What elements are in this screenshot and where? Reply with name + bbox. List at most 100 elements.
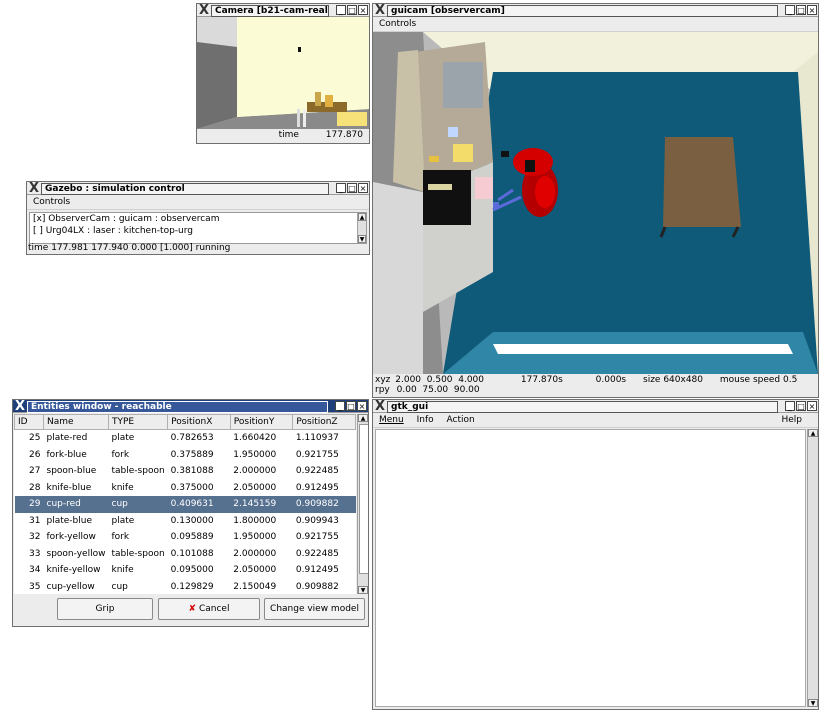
help-menu[interactable]: Help <box>781 413 802 427</box>
gazebo-menubar: Controls <box>27 195 369 210</box>
maximize-button[interactable]: □ <box>347 5 357 15</box>
row-type: knife <box>111 482 134 493</box>
row-position-y: 2.145159 <box>230 496 293 513</box>
minimize-button[interactable]: _ <box>336 183 346 193</box>
gtk-titlebar[interactable]: X gtk_gui _ □ × <box>373 400 818 414</box>
time-value: 177.870 <box>325 130 363 140</box>
minimize-button[interactable]: _ <box>336 5 346 15</box>
guicam-menubar: Controls <box>373 17 818 32</box>
row-position-x: 0.409631 <box>167 496 231 513</box>
column-type[interactable]: TYPE <box>107 414 169 430</box>
gazebo-control-window: X Gazebo : simulation control _ □ × Contro… <box>26 181 370 255</box>
minimize-button[interactable]: _ <box>785 401 795 411</box>
list-item[interactable]: [x] ObserverCam : guicam : observercam <box>30 213 366 225</box>
x-logo-icon[interactable]: X <box>375 400 385 414</box>
entities-table: ID Name TYPE PositionX PositionY Positio… <box>14 414 356 594</box>
row-position-y: 1.950000 <box>233 532 277 543</box>
scrollbar[interactable]: ▲ ▼ <box>357 213 366 243</box>
maximize-button[interactable]: □ <box>347 183 357 193</box>
row-type: plate <box>111 433 135 444</box>
change-view-model-button[interactable]: Change view model <box>264 598 365 620</box>
row-name: fork-blue <box>46 449 87 460</box>
grip-button[interactable]: Grip <box>57 598 153 620</box>
table-row[interactable]: 28 knife-blue knife 0.375000 2.050000 0.91249… <box>15 480 356 497</box>
scroll-down-icon[interactable]: ▼ <box>358 586 368 594</box>
cancel-button[interactable]: ✘ Cancel <box>158 598 260 620</box>
close-button[interactable]: × <box>807 401 817 411</box>
x-logo-icon[interactable]: X <box>375 4 385 18</box>
row-position-z: 0.922485 <box>295 466 339 477</box>
sim-status: time 177.981 177.940 0.000 [1.000] runni… <box>28 243 231 253</box>
maximize-button[interactable]: □ <box>796 5 806 15</box>
row-name: cup-yellow <box>46 581 95 592</box>
guicam-titlebar[interactable]: X guicam [observercam] _ □ × <box>373 4 818 18</box>
column-name[interactable]: Name <box>43 414 109 430</box>
gtk-scrollbar[interactable]: ▲ ▼ <box>807 429 818 707</box>
column-position-z[interactable]: PositionZ <box>292 414 356 430</box>
window-title: guicam [observercam] <box>387 5 778 17</box>
scroll-thumb[interactable] <box>359 424 368 574</box>
scroll-up-icon[interactable]: ▲ <box>808 429 818 437</box>
row-name: cup-red <box>43 496 109 513</box>
row-position-x: 0.129829 <box>170 581 214 592</box>
xyz-label: xyz <box>375 375 391 385</box>
row-id: 34 <box>29 565 41 576</box>
table-row[interactable]: 27 spoon-blue table-spoon 0.381088 2.000000 0… <box>15 463 356 480</box>
table-row[interactable]: 26 fork-blue fork 0.375889 1.950000 0.921755 <box>15 447 356 464</box>
gtk-content[interactable] <box>375 429 806 707</box>
scroll-up-icon[interactable]: ▲ <box>358 414 368 422</box>
table-row[interactable]: 34 knife-yellow knife 0.095000 2.050000 0.912… <box>15 562 356 579</box>
scroll-up-icon[interactable]: ▲ <box>358 213 366 221</box>
table-row[interactable]: 31 plate-blue plate 0.130000 1.800000 0.90994… <box>15 513 356 530</box>
x-logo-icon[interactable]: X <box>29 182 39 196</box>
camera-titlebar[interactable]: X Camera [b21-cam-real _ □ × <box>197 4 369 18</box>
close-button[interactable]: × <box>357 401 367 411</box>
table-row[interactable]: 33 spoon-yellow table-spoon 0.101088 2.00000… <box>15 546 356 563</box>
x-logo-icon[interactable]: X <box>15 400 25 414</box>
close-button[interactable]: × <box>358 5 368 15</box>
camera-window: X Camera [b21-cam-real _ □ × time 177.870 <box>196 3 370 144</box>
table <box>663 137 741 227</box>
list-item[interactable]: [ ] Urg04LX : laser : kitchen-top-urg <box>30 225 366 237</box>
entities-scrollbar[interactable]: ▲ ▼ <box>357 414 368 594</box>
grip-label: Grip <box>95 604 115 614</box>
info-menu[interactable]: Info <box>417 415 434 425</box>
table-row[interactable]: 35 cup-yellow cup 0.129829 2.150049 0.909882 <box>15 579 356 595</box>
row-position-z: 0.921755 <box>295 449 339 460</box>
row-name: spoon-blue <box>46 466 97 477</box>
gtk-gui-window: X gtk_gui _ □ × Menu Info Action Help ▲ ▼ <box>372 399 819 710</box>
row-position-x: 0.375000 <box>170 482 214 493</box>
row-position-y: 2.000000 <box>233 548 277 559</box>
column-id[interactable]: ID <box>14 414 44 430</box>
close-button[interactable]: × <box>807 5 817 15</box>
3d-viewport[interactable] <box>373 32 818 374</box>
scroll-down-icon[interactable]: ▼ <box>358 235 366 243</box>
table-row[interactable]: 25 plate-red plate 0.782653 1.660420 1.110937 <box>15 430 356 447</box>
minimize-button[interactable]: _ <box>335 401 345 411</box>
rpy-label: rpy <box>375 385 390 395</box>
minimize-button[interactable]: _ <box>785 5 795 15</box>
table-row[interactable]: 29 cup-red cup 0.409631 2.145159 0.909882 <box>14 496 356 513</box>
column-position-x[interactable]: PositionX <box>167 414 231 430</box>
maximize-button[interactable]: □ <box>346 401 356 411</box>
row-type: knife <box>111 565 134 576</box>
row-type: fork <box>111 449 130 460</box>
action-menu[interactable]: Action <box>447 415 475 425</box>
window-title: Gazebo : simulation control <box>41 183 329 195</box>
controls-menu[interactable]: Controls <box>33 197 70 207</box>
close-button[interactable]: × <box>358 183 368 193</box>
gtk-menubar: Menu Info Action Help <box>373 413 818 428</box>
column-position-y[interactable]: PositionY <box>229 414 294 430</box>
gazebo-titlebar[interactable]: X Gazebo : simulation control _ □ × <box>27 182 369 196</box>
controls-menu[interactable]: Controls <box>379 19 416 29</box>
table-row[interactable]: 32 fork-yellow fork 0.095889 1.950000 0.92175… <box>15 529 356 546</box>
entities-titlebar[interactable]: X Entities window - reachable _ □ × <box>13 400 368 414</box>
menu-menu[interactable]: Menu <box>379 415 404 425</box>
cancel-label: Cancel <box>198 604 230 614</box>
scroll-down-icon[interactable]: ▼ <box>808 699 818 707</box>
maximize-button[interactable]: □ <box>796 401 806 411</box>
row-position-x: 0.130000 <box>170 515 214 526</box>
row-position-y: 2.150049 <box>233 581 277 592</box>
image-size: size 640x480 <box>643 375 704 385</box>
x-logo-icon[interactable]: X <box>199 4 209 18</box>
